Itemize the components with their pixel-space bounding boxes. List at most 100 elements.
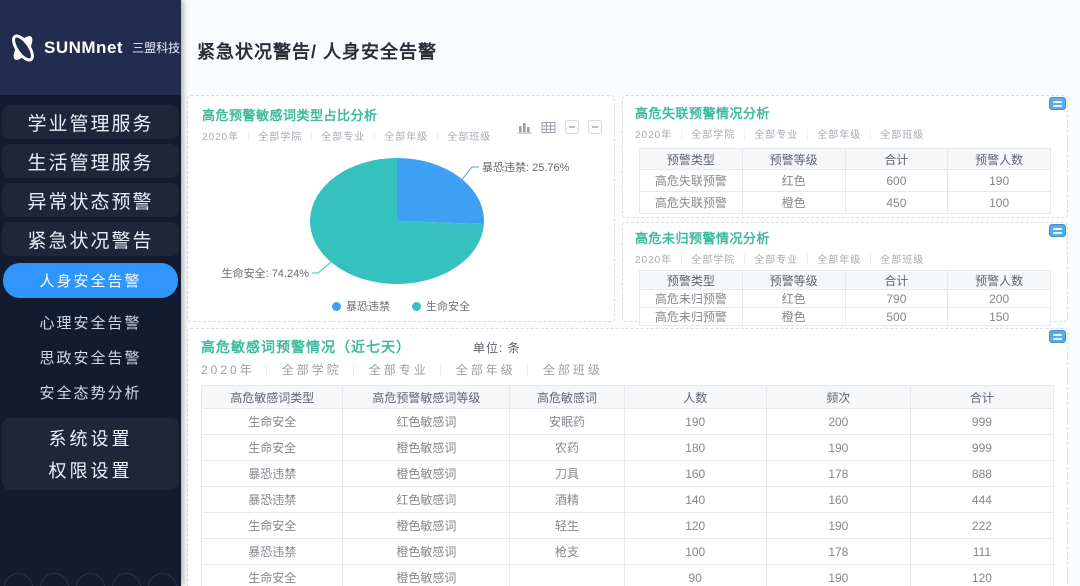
panel-title: 高危敏感词预警情况（近七天） bbox=[201, 337, 411, 357]
table-cell: 红色 bbox=[742, 290, 845, 308]
pie-label-line-terror bbox=[460, 167, 479, 182]
table-cell: 红色 bbox=[742, 170, 845, 192]
column-header: 高危敏感词 bbox=[510, 386, 624, 409]
table-cell: 111 bbox=[910, 539, 1053, 565]
column-header: 合计 bbox=[910, 386, 1053, 409]
sunmnet-logo-icon bbox=[6, 31, 40, 65]
legend-label: 暴恐违禁 bbox=[346, 298, 390, 314]
sidebar-item-abnormal-warning[interactable]: 异常状态预警 bbox=[2, 183, 179, 217]
keyword-warning-table: 高危敏感词类型高危预警敏感词等级高危敏感词人数频次合计 生命安全红色敏感词安眠药… bbox=[201, 385, 1054, 586]
filter-item[interactable]: 全部专业 bbox=[754, 255, 798, 266]
filter-item[interactable]: 全部学院 bbox=[691, 255, 735, 266]
filter-item[interactable]: 全部班级 bbox=[543, 363, 603, 377]
table-cell: 橙色敏感词 bbox=[343, 539, 510, 565]
sidebar-item-emergency-warning[interactable]: 紧急状况警告 bbox=[2, 222, 179, 256]
filter-bar: 2020年｜全部学院｜全部专业｜全部年级｜全部班级 bbox=[201, 361, 1054, 378]
column-header: 高危预警敏感词等级 bbox=[343, 386, 510, 409]
filter-item[interactable]: 全部学院 bbox=[691, 130, 735, 141]
table-cell: 轻生 bbox=[510, 513, 624, 539]
panel-not-returned-warning: 高危未归预警情况分析 2020年｜全部学院｜全部专业｜全部年级｜全部班级 预警类… bbox=[622, 222, 1068, 322]
column-header: 人数 bbox=[624, 386, 766, 409]
filter-separator: ｜ bbox=[261, 363, 276, 377]
legend-item-life[interactable]: 生命安全 bbox=[412, 298, 470, 314]
sidebar-item-psychological-safety[interactable]: 心理安全告警 bbox=[0, 305, 181, 340]
table-cell: 暴恐违禁 bbox=[202, 539, 343, 565]
org-name: 三盟科技大学 bbox=[132, 39, 181, 56]
filter-separator: ｜ bbox=[739, 130, 750, 141]
table-cell: 190 bbox=[624, 409, 766, 435]
table-row: 生命安全橙色敏感词农药180190999 bbox=[202, 435, 1054, 461]
table-cell: 生命安全 bbox=[202, 409, 343, 435]
panel-title: 高危未归预警情况分析 bbox=[635, 228, 1055, 247]
sidebar-item-ideological-safety[interactable]: 思政安全告警 bbox=[0, 340, 181, 375]
table-cell: 刀具 bbox=[510, 461, 624, 487]
table-cell: 999 bbox=[910, 409, 1053, 435]
table-cell: 农药 bbox=[510, 435, 624, 461]
filter-item[interactable]: 全部年级 bbox=[817, 255, 861, 266]
filter-separator: ｜ bbox=[676, 130, 687, 141]
filter-bar: 2020年｜全部学院｜全部专业｜全部年级｜全部班级 bbox=[635, 126, 1055, 141]
table-cell: 安眠药 bbox=[510, 409, 624, 435]
pie-label-life: 生命安全: 74.24% bbox=[222, 266, 310, 280]
column-header: 预警等级 bbox=[742, 271, 845, 290]
table-row: 暴恐违禁橙色敏感词枪支100178111 bbox=[202, 539, 1054, 565]
legend-item-terror[interactable]: 暴恐违禁 bbox=[332, 298, 390, 314]
sidebar-item-personal-safety-active[interactable]: 人身安全告警 bbox=[3, 263, 178, 298]
sidebar-item-system-settings[interactable]: 系统设置 bbox=[2, 422, 179, 454]
panel-menu-icon[interactable] bbox=[1049, 224, 1066, 237]
table-header-row: 预警类型预警等级合计预警人数 bbox=[640, 149, 1051, 170]
table-row: 高危失联预警橙色450100 bbox=[640, 192, 1051, 214]
main-content: 紧急状况警告/ 人身安全告警 高危预警敏感词类型占比分析 2020年｜全部学院｜… bbox=[181, 0, 1080, 586]
filter-separator: ｜ bbox=[865, 255, 876, 266]
table-cell: 高危未归预警 bbox=[640, 290, 743, 308]
table-cell: 178 bbox=[766, 461, 910, 487]
filter-item[interactable]: 2020年 bbox=[201, 363, 255, 377]
filter-item[interactable]: 全部年级 bbox=[817, 130, 861, 141]
filter-item[interactable]: 全部班级 bbox=[880, 255, 924, 266]
sidebar-item-permission-settings[interactable]: 权限设置 bbox=[2, 454, 179, 486]
sidebar-item-life-services[interactable]: 生活管理服务 bbox=[2, 144, 179, 178]
table-cell: 178 bbox=[766, 539, 910, 565]
table-cell: 高危未归预警 bbox=[640, 308, 743, 326]
table-row: 生命安全红色敏感词安眠药190200999 bbox=[202, 409, 1054, 435]
filter-item[interactable]: 全部学院 bbox=[282, 363, 342, 377]
panel-title: 高危失联预警情况分析 bbox=[635, 103, 1055, 122]
table-cell: 生命安全 bbox=[202, 435, 343, 461]
table-cell: 140 bbox=[624, 487, 766, 513]
panel-menu-icon[interactable] bbox=[1049, 97, 1066, 110]
table-cell: 橙色敏感词 bbox=[343, 461, 510, 487]
table-cell: 190 bbox=[766, 513, 910, 539]
missing-contact-table: 预警类型预警等级合计预警人数 高危失联预警红色600190高危失联预警橙色450… bbox=[639, 148, 1051, 214]
table-cell: 999 bbox=[910, 435, 1053, 461]
sidebar-item-security-situation[interactable]: 安全态势分析 bbox=[0, 375, 181, 410]
filter-item[interactable]: 全部年级 bbox=[456, 363, 516, 377]
logo-bar: SUNMnet 三盟科技大学 bbox=[0, 0, 181, 95]
column-header: 合计 bbox=[845, 271, 948, 290]
filter-item[interactable]: 2020年 bbox=[635, 255, 672, 266]
table-cell: 100 bbox=[624, 539, 766, 565]
table-cell: 生命安全 bbox=[202, 565, 343, 586]
table-cell: 橙色敏感词 bbox=[343, 565, 510, 586]
table-cell: 高危失联预警 bbox=[640, 170, 743, 192]
settings-card: 系统设置 权限设置 bbox=[2, 418, 179, 490]
table-row: 高危未归预警橙色500150 bbox=[640, 308, 1051, 326]
pie-label-line-life bbox=[312, 262, 331, 273]
table-cell: 橙色敏感词 bbox=[343, 513, 510, 539]
column-header: 预警类型 bbox=[640, 149, 743, 170]
table-cell: 160 bbox=[766, 487, 910, 513]
pie-label-terror: 暴恐违禁: 25.76% bbox=[482, 161, 570, 174]
filter-item[interactable]: 全部班级 bbox=[880, 130, 924, 141]
panel-missing-contact-warning: 高危失联预警情况分析 2020年｜全部学院｜全部专业｜全部年级｜全部班级 预警类… bbox=[622, 95, 1068, 218]
panel-menu-icon[interactable] bbox=[1049, 330, 1066, 343]
sidebar-item-academic-services[interactable]: 学业管理服务 bbox=[2, 105, 179, 139]
table-cell: 红色敏感词 bbox=[343, 409, 510, 435]
filter-item[interactable]: 2020年 bbox=[635, 130, 672, 141]
filter-separator: ｜ bbox=[865, 130, 876, 141]
filter-item[interactable]: 全部专业 bbox=[754, 130, 798, 141]
panel-keyword-warning-7days: 高危敏感词预警情况（近七天） 单位: 条 2020年｜全部学院｜全部专业｜全部年… bbox=[187, 328, 1068, 586]
filter-item[interactable]: 全部专业 bbox=[369, 363, 429, 377]
legend-dot-blue bbox=[332, 302, 341, 311]
table-row: 生命安全橙色敏感词轻生120190222 bbox=[202, 513, 1054, 539]
table-cell: 600 bbox=[845, 170, 948, 192]
filter-separator: ｜ bbox=[676, 255, 687, 266]
